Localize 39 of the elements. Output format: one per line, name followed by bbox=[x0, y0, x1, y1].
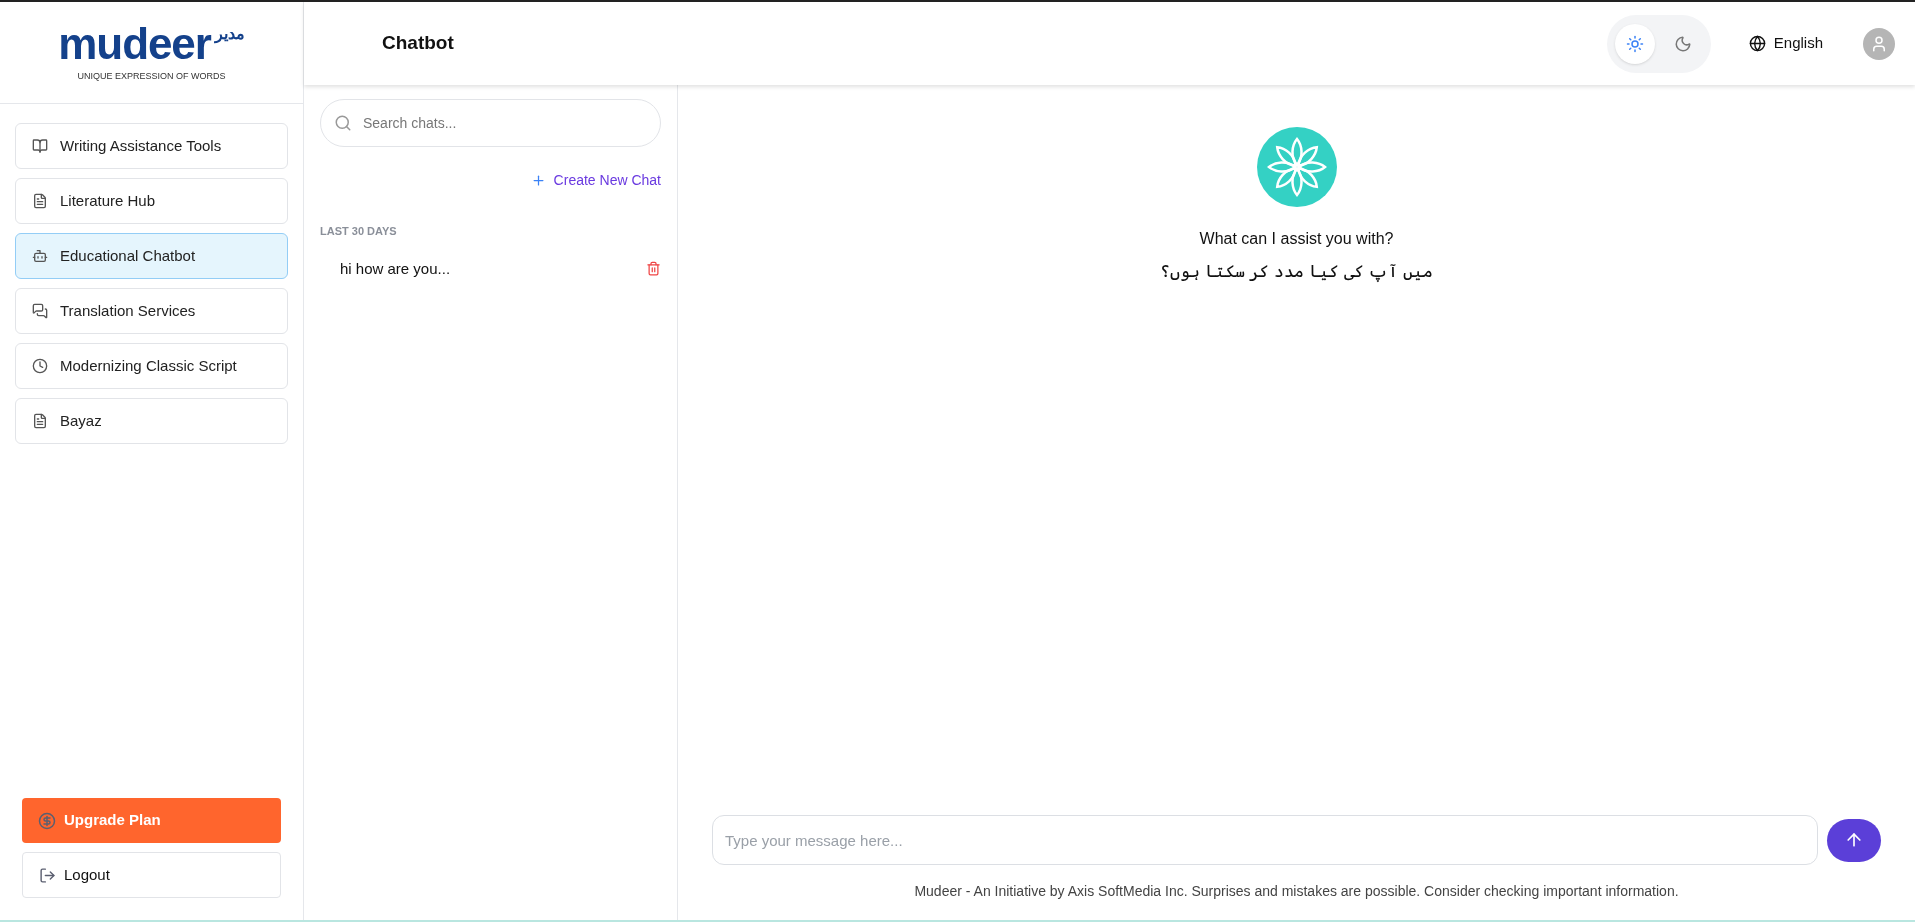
dollar-icon bbox=[38, 811, 56, 830]
logo-tagline: UNIQUE EXPRESSION OF WORDS bbox=[77, 69, 226, 83]
search-field[interactable]: Search chats... bbox=[320, 99, 661, 147]
urdu-greeting-text: میں آپ کی کیا مدد کر سکتا ہوں؟ bbox=[1159, 261, 1434, 284]
chat-bubbles-icon bbox=[32, 303, 48, 319]
globe-icon bbox=[1748, 35, 1766, 52]
sun-icon bbox=[1625, 34, 1644, 53]
logout-button[interactable]: Logout bbox=[22, 852, 281, 898]
language-selector[interactable]: English bbox=[1748, 32, 1823, 55]
section-heading: LAST 30 DAYS bbox=[320, 224, 398, 239]
plus-icon bbox=[530, 173, 546, 188]
clock-icon bbox=[32, 358, 48, 374]
document-icon bbox=[32, 193, 48, 209]
logout-icon bbox=[39, 866, 56, 884]
sidebar-item[interactable]: Literature Hub bbox=[15, 178, 288, 224]
sidebar-item[interactable]: Translation Services bbox=[15, 288, 288, 334]
sidebar-item[interactable]: Educational Chatbot bbox=[15, 233, 288, 279]
moon-icon bbox=[1673, 34, 1692, 53]
user-icon bbox=[1870, 34, 1888, 53]
search-icon bbox=[334, 114, 352, 132]
sidebar-item[interactable]: Bayaz bbox=[15, 398, 288, 444]
logo-wordmark: mudeer bbox=[58, 21, 211, 66]
send-button[interactable] bbox=[1827, 818, 1881, 862]
sidebar-item[interactable]: Modernizing Classic Script bbox=[15, 343, 288, 389]
document-icon bbox=[32, 413, 48, 429]
message-input-field[interactable]: Type your message here... bbox=[712, 815, 1818, 865]
greeting-text: What can I assist you with? bbox=[1199, 229, 1394, 249]
chat-history-item[interactable]: hi how are you... bbox=[340, 257, 451, 280]
create-new-chat-link[interactable]: Create New Chat bbox=[530, 170, 661, 191]
logo-urdu-text: مدیر bbox=[214, 23, 245, 46]
light-mode-button[interactable] bbox=[1614, 23, 1655, 64]
book-icon bbox=[32, 138, 48, 154]
flower-logo-icon bbox=[1256, 127, 1337, 207]
disclaimer-text: Mudeer - An Initiative by Axis SoftMedia Inc. Surprises and mistakes are possible. Consider checking important information. bbox=[914, 882, 1679, 901]
page-title: Chatbot bbox=[382, 31, 454, 56]
sidebar-item[interactable]: Writing Assistance Tools bbox=[15, 123, 288, 169]
user-avatar[interactable] bbox=[1863, 27, 1895, 60]
robot-icon bbox=[32, 248, 48, 264]
trash-icon[interactable] bbox=[646, 261, 661, 277]
